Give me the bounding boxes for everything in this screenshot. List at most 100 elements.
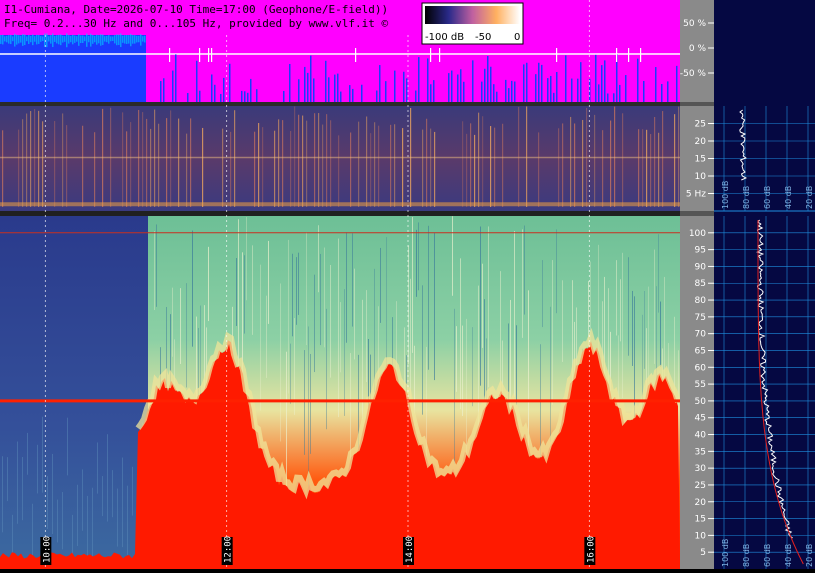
spectrogram-streak [484, 299, 485, 403]
low-spectrogram-streak [158, 123, 160, 207]
spectrogram-streak [324, 247, 325, 348]
waveform-bar [30, 35, 32, 43]
waveform-bar [394, 70, 396, 102]
spectrogram-streak [82, 469, 83, 531]
spectrogram-streak [266, 295, 267, 378]
y-tick-label: 85 [695, 279, 706, 289]
low-spectrogram-streak [610, 120, 612, 207]
spectrogram-streak [374, 268, 375, 393]
spectrogram-streak [488, 226, 489, 388]
waveform-bar [247, 92, 249, 102]
waveform-bar [58, 34, 60, 45]
waveform-bar [26, 36, 28, 42]
waveform-bar [352, 88, 354, 102]
low-spectrogram-streak [138, 110, 140, 207]
low-spectrogram-streak [258, 122, 260, 207]
waveform-bar [349, 85, 351, 102]
y-tick-label: 35 [695, 447, 706, 457]
waveform-bar [223, 77, 225, 102]
spectrogram-streak [47, 476, 48, 529]
low-spectrogram-streak [82, 125, 84, 207]
spectrogram-streak [434, 232, 435, 381]
waveform-bar [106, 35, 108, 43]
low-spectrogram-streak [390, 124, 392, 207]
waveform-bar [460, 69, 462, 102]
spectrogram-streak [62, 492, 63, 550]
low-spectrogram-streak [538, 132, 540, 207]
monitor-canvas: 50 %0 %-50 %252015105 Hz1009590858075706… [0, 0, 815, 573]
spectrogram-streak [107, 434, 108, 522]
waveform-bar [553, 92, 555, 102]
spectrogram-streak [428, 225, 429, 370]
low-spectrogram-streak [430, 128, 432, 207]
waveform-bar [172, 70, 174, 102]
waveform-bar [12, 36, 14, 42]
waveform-bar [80, 35, 82, 44]
low-spectrogram-streak [150, 128, 152, 207]
waveform-bar [32, 34, 34, 46]
low-spectrogram-streak [574, 123, 576, 207]
low-spectrogram-streak [2, 130, 4, 207]
waveform-bar [457, 74, 459, 102]
waveform-bar [60, 34, 62, 46]
waveform-bar [298, 79, 300, 102]
waveform-bar [541, 64, 543, 102]
waveform-bar [56, 35, 58, 44]
profile-main-x-label: 80 dB [742, 544, 751, 567]
low-spectrogram-streak [558, 128, 560, 207]
low-spectrogram-streak [322, 124, 324, 207]
low-spectrogram-streak [622, 113, 624, 207]
y-tick-label: 10 [695, 531, 707, 541]
waveform-bar [595, 54, 597, 102]
spectrogram-streak [482, 263, 483, 348]
low-spectrogram-streak [358, 121, 360, 207]
waveform-bar [601, 65, 603, 102]
waveform-spike [616, 48, 618, 62]
spectrogram-streak [524, 225, 525, 315]
waveform-bar [132, 35, 134, 44]
spectrogram-streak [622, 252, 623, 399]
waveform-bar [220, 93, 222, 102]
spectrogram-streak [460, 258, 461, 410]
y-tick-label: 55 [695, 380, 706, 390]
low-spectrogram-streak [282, 120, 284, 207]
waveform-bar [538, 62, 540, 102]
spectrogram-streak [122, 457, 123, 548]
low-spectrogram-streak [654, 116, 656, 207]
waveform-bar [42, 36, 44, 42]
spectrogram-streak [236, 258, 237, 326]
spectrogram-streak [296, 257, 297, 325]
waveform-bar [451, 70, 453, 102]
waveform-bar [484, 68, 486, 102]
low-spectrogram-streak [222, 128, 224, 207]
waveform-bar [94, 35, 96, 43]
waveform-bar [511, 80, 513, 102]
waveform-bar [613, 93, 615, 102]
waveform-bar [199, 90, 201, 102]
waveform-spike [169, 48, 171, 62]
low-spectrogram-streak [326, 114, 328, 207]
panel-divider [0, 102, 680, 106]
waveform-bar [52, 33, 54, 48]
waveform-bar [604, 60, 606, 102]
waveform-bar [120, 33, 122, 48]
spectrogram-streak [180, 288, 181, 364]
waveform-spike [430, 48, 432, 62]
spectrogram-streak [632, 290, 633, 366]
waveform-bar [130, 33, 132, 47]
y-tick-label: 20 [695, 137, 707, 147]
waveform-bar [547, 78, 549, 102]
colorbar-label-min: -100 dB [425, 32, 464, 43]
waveform-bar [2, 34, 4, 45]
spectrogram-streak [366, 290, 367, 383]
low-spectrogram-streak [42, 121, 44, 207]
waveform-bar [4, 36, 6, 42]
low-spectrogram-streak [94, 132, 96, 207]
waveform-bar [418, 57, 420, 102]
waveform-bar [250, 78, 252, 102]
waveform-bar [676, 65, 678, 102]
spectrogram-streak [340, 302, 341, 373]
spectrogram-streak [550, 306, 551, 442]
waveform-bar [430, 84, 432, 102]
spectrogram-streak [244, 255, 245, 334]
